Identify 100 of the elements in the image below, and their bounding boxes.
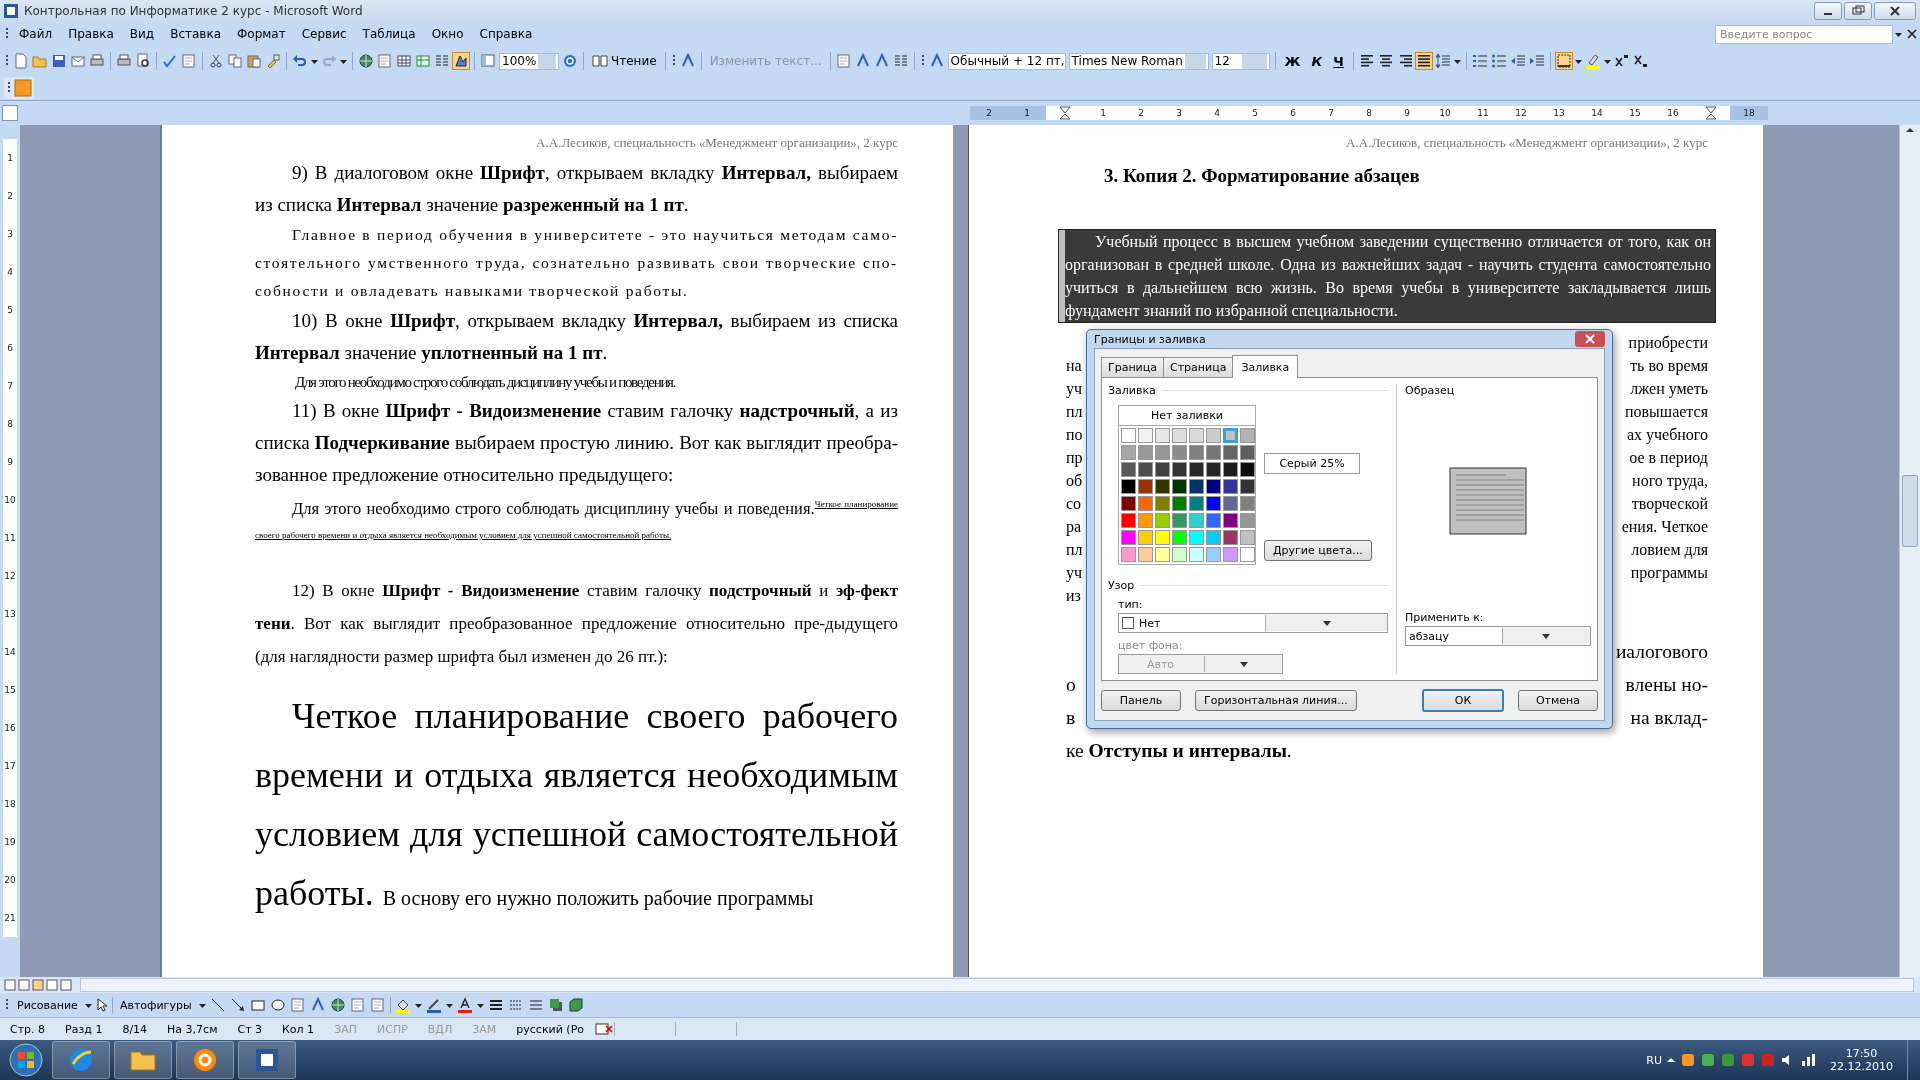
italic-button[interactable]: К: [1307, 53, 1327, 69]
print-preview-icon[interactable]: [135, 53, 151, 69]
color-swatch[interactable]: [1240, 547, 1255, 562]
indent-icon[interactable]: [1528, 53, 1545, 69]
color-swatch[interactable]: [1121, 547, 1136, 562]
restore-icon[interactable]: [1844, 2, 1872, 20]
undo-icon[interactable]: [292, 53, 308, 69]
color-swatch[interactable]: [1206, 530, 1221, 545]
align-center-icon[interactable]: [1377, 53, 1394, 69]
color-swatch[interactable]: [1189, 445, 1204, 460]
color-swatch[interactable]: [1240, 496, 1255, 511]
3d-icon[interactable]: [567, 997, 584, 1013]
horizontal-scrollbar[interactable]: [80, 978, 1914, 992]
arrow-icon[interactable]: [229, 997, 246, 1013]
color-swatch[interactable]: [1121, 462, 1136, 477]
more-colors-button[interactable]: Другие цвета...: [1264, 540, 1372, 561]
color-swatch[interactable]: [1138, 428, 1153, 443]
pointer-icon[interactable]: [95, 997, 108, 1013]
color-swatch[interactable]: [1172, 479, 1187, 494]
color-swatch[interactable]: [1206, 479, 1221, 494]
tab[interactable]: Заливка: [1232, 355, 1299, 378]
underline-button[interactable]: Ч: [1329, 53, 1348, 69]
review-icon[interactable]: [181, 53, 197, 69]
vertical-ruler[interactable]: 1 2 3 4 5 6 7 8 9 10 11 12 13 14 15 16 17 18 19 20 21: [3, 139, 17, 937]
minimize-icon[interactable]: [1814, 2, 1842, 20]
language-indicator[interactable]: RU: [1646, 1053, 1662, 1067]
menu-item[interactable]: Окно: [424, 25, 471, 43]
globe-icon[interactable]: [329, 997, 346, 1013]
styles-icon[interactable]: [928, 53, 945, 69]
brush-icon[interactable]: [265, 53, 281, 69]
styles-icon[interactable]: [679, 53, 696, 69]
rectangle-icon[interactable]: [249, 997, 266, 1013]
clock-time[interactable]: 17:50: [1845, 1047, 1878, 1060]
superscript-icon[interactable]: [1613, 53, 1630, 69]
tab[interactable]: Граница: [1101, 357, 1164, 377]
menu-item[interactable]: Файл: [12, 25, 60, 43]
paste-icon[interactable]: [246, 53, 262, 69]
line-icon[interactable]: [209, 997, 226, 1013]
color-swatch[interactable]: [1206, 445, 1221, 460]
web-view-icon[interactable]: [18, 979, 30, 991]
color-swatch[interactable]: [1155, 462, 1170, 477]
reading-view-icon[interactable]: [60, 979, 72, 991]
color-swatch[interactable]: [1189, 530, 1204, 545]
color-swatch[interactable]: [1121, 530, 1136, 545]
color-swatch[interactable]: [1189, 547, 1204, 562]
line-style-icon[interactable]: [487, 997, 504, 1013]
color-swatch[interactable]: [1138, 445, 1153, 460]
copy-icon[interactable]: [227, 53, 243, 69]
close-icon[interactable]: [1874, 2, 1916, 20]
styles-icon[interactable]: [309, 997, 326, 1013]
menu-item[interactable]: Сервис: [294, 25, 354, 43]
color-swatch[interactable]: [1223, 479, 1238, 494]
color-swatch[interactable]: [1121, 428, 1136, 443]
globe-icon[interactable]: [358, 53, 374, 69]
bullet-list-icon[interactable]: [1490, 53, 1507, 69]
align-justify-icon[interactable]: [1415, 53, 1432, 69]
dropdown-arrow-icon[interactable]: [1322, 620, 1331, 626]
tray-icon[interactable]: [1700, 1052, 1716, 1068]
color-swatch[interactable]: [1206, 496, 1221, 511]
review-icon[interactable]: [835, 53, 852, 69]
color-swatch[interactable]: [1172, 445, 1187, 460]
styles-icon[interactable]: [854, 53, 871, 69]
fill-color-icon[interactable]: [394, 997, 411, 1013]
shadow-icon[interactable]: [547, 997, 564, 1013]
color-swatch[interactable]: [1189, 513, 1204, 528]
new-document-icon[interactable]: [13, 53, 29, 69]
color-swatch[interactable]: [1172, 462, 1187, 477]
color-swatch[interactable]: [1240, 479, 1255, 494]
numbered-list-icon[interactable]: [1471, 53, 1488, 69]
color-swatch[interactable]: [1172, 513, 1187, 528]
color-swatch[interactable]: [1155, 428, 1170, 443]
color-swatch[interactable]: [1138, 462, 1153, 477]
dropdown-arrow-icon[interactable]: [1542, 633, 1551, 639]
color-swatch[interactable]: [1240, 462, 1255, 477]
horizontal-ruler[interactable]: 2 1 1 2 3 4 5 6 7 8 9 10 11 12 13 14 15 16 18: [970, 106, 1768, 120]
network-icon[interactable]: [1800, 1052, 1816, 1068]
color-swatch[interactable]: [1121, 479, 1136, 494]
color-swatch[interactable]: [1240, 445, 1255, 460]
bold-button[interactable]: Ж: [1280, 53, 1305, 69]
save-icon[interactable]: [51, 53, 67, 69]
color-swatch[interactable]: [1223, 496, 1238, 511]
menu-item[interactable]: Формат: [230, 25, 293, 43]
color-swatch[interactable]: [1189, 462, 1204, 477]
document-map-icon[interactable]: [480, 53, 496, 69]
color-swatch[interactable]: [1138, 513, 1153, 528]
color-swatch[interactable]: [1155, 547, 1170, 562]
font-combo[interactable]: Times New Roman: [1068, 52, 1209, 70]
spreadsheet-icon[interactable]: [415, 53, 431, 69]
color-swatch[interactable]: [1155, 496, 1170, 511]
borders-icon[interactable]: [1555, 53, 1572, 69]
color-swatch[interactable]: [1206, 428, 1221, 443]
dialog-button[interactable]: Горизонтальная линия...: [1195, 690, 1357, 711]
menu-item[interactable]: Правка: [61, 25, 121, 43]
color-swatch[interactable]: [1223, 547, 1238, 562]
color-swatch[interactable]: [1138, 530, 1153, 545]
pattern-style-select[interactable]: Нет: [1118, 613, 1388, 633]
columns-icon[interactable]: [892, 53, 909, 69]
tray-icon[interactable]: [1740, 1052, 1756, 1068]
color-swatch[interactable]: [1189, 496, 1204, 511]
browser-icon[interactable]: [67, 1046, 95, 1074]
